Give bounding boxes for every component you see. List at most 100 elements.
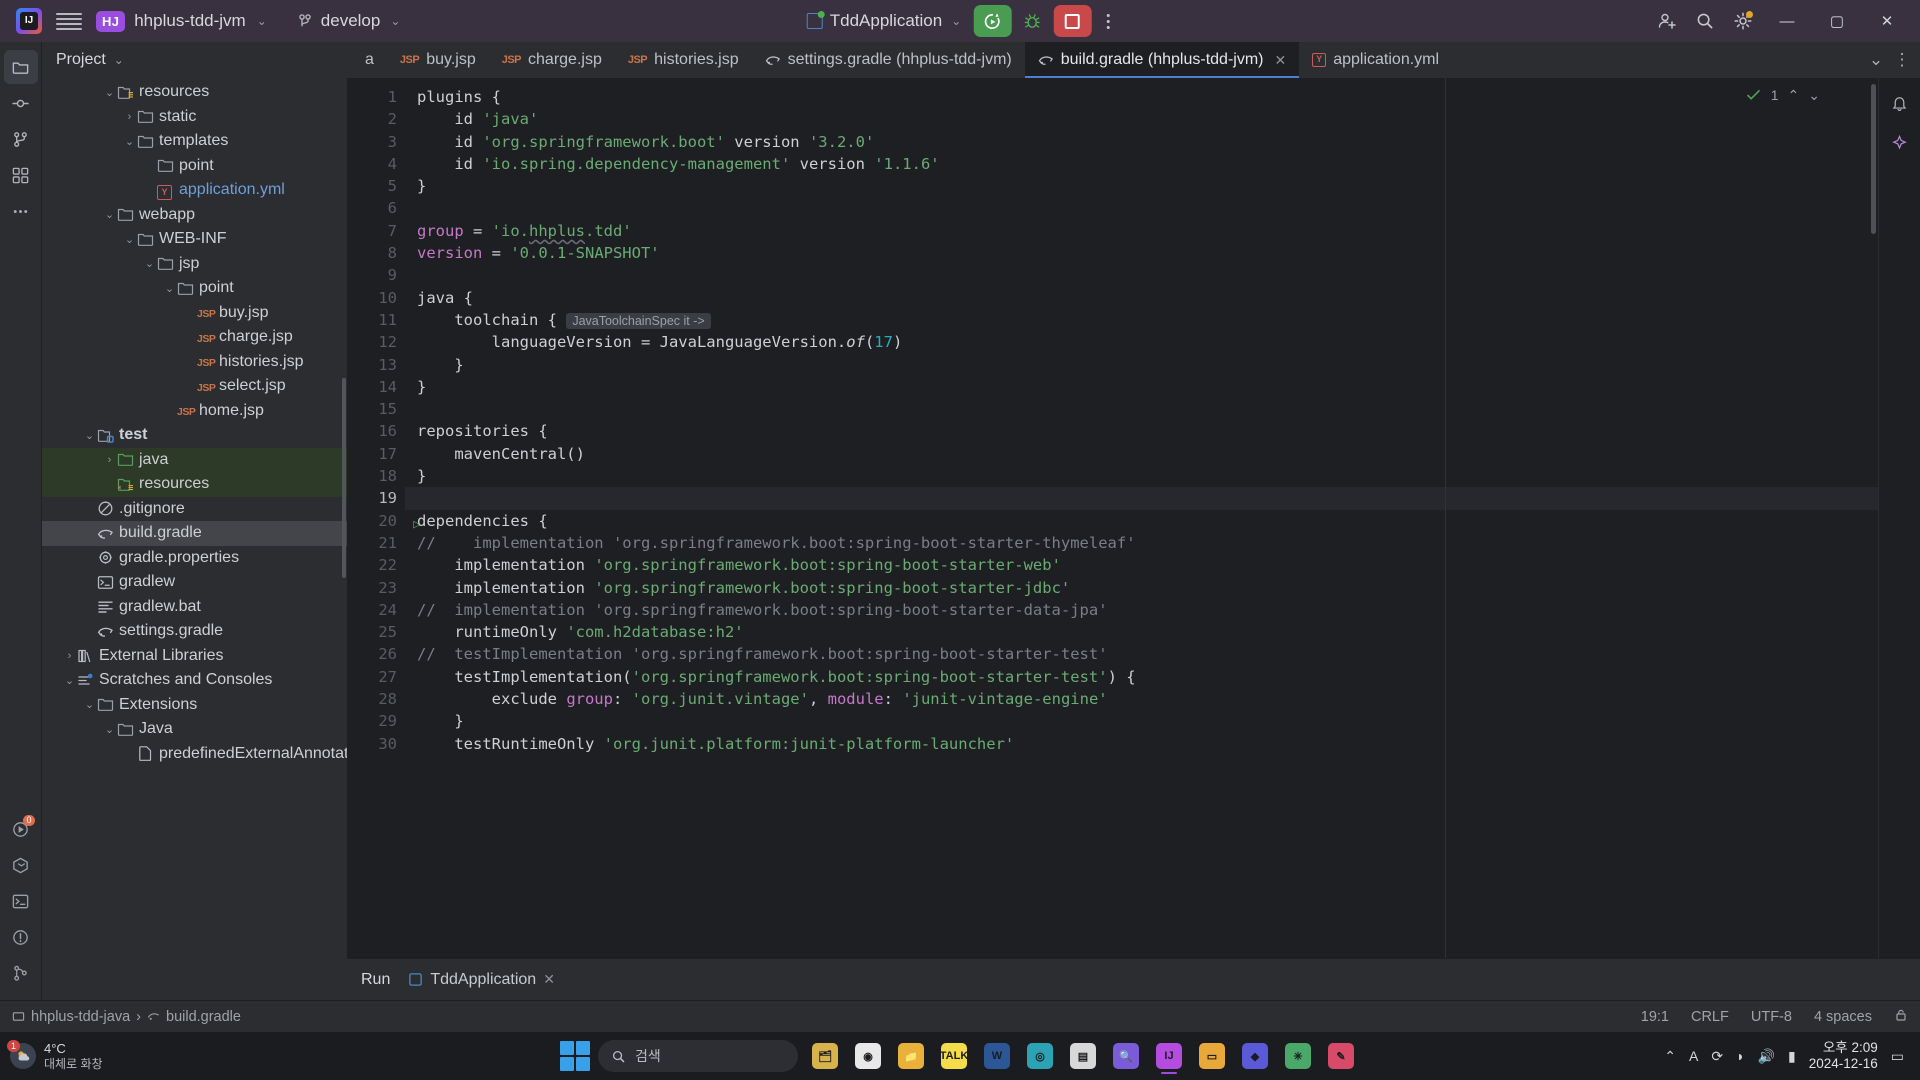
line-number[interactable]: 5 — [347, 175, 405, 197]
line-number[interactable]: 10 — [347, 287, 405, 309]
chevron-down-icon[interactable]: ⌄ — [62, 674, 77, 687]
tree-item-resources[interactable]: › resources — [42, 472, 347, 497]
tab-partial[interactable]: a — [347, 42, 387, 78]
code-line[interactable]: group = 'io.hhplus.tdd' — [405, 220, 1878, 242]
tree-item-settings-gradle[interactable]: › settings.gradle — [42, 619, 347, 644]
line-number[interactable]: 12 — [347, 331, 405, 353]
chevron-down-icon[interactable]: ⌄ — [102, 86, 117, 99]
code-line[interactable] — [405, 487, 1878, 510]
taskbar-file-explorer-icon[interactable]: 🗂 — [806, 1037, 844, 1075]
file-encoding[interactable]: UTF-8 — [1751, 1009, 1792, 1025]
code-line[interactable]: } — [405, 710, 1878, 732]
code-line[interactable]: java { — [405, 287, 1878, 309]
code-line[interactable]: mavenCentral() — [405, 443, 1878, 465]
taskbar-notes-icon[interactable]: ▤ — [1064, 1037, 1102, 1075]
code-line[interactable]: testRuntimeOnly 'org.junit.platform:juni… — [405, 733, 1878, 755]
breadcrumb-project[interactable]: hhplus-tdd-java — [31, 1009, 130, 1025]
taskbar-app-list[interactable]: 🗂 ◉ 📁 TALK W ◎ ▤ 🔍 IJ ▭ ◆ ✳ ✎ — [806, 1037, 1360, 1075]
battery-icon[interactable]: ▮ — [1788, 1048, 1796, 1065]
line-number[interactable]: 24 — [347, 599, 405, 621]
sidebar-item-terminal[interactable] — [4, 884, 38, 918]
sidebar-item-project[interactable] — [3, 50, 38, 84]
tree-item-templates[interactable]: ⌄ templates — [42, 129, 347, 154]
project-tree-scrollbar[interactable] — [342, 378, 346, 578]
code-line[interactable]: version = '0.0.1-SNAPSHOT' — [405, 242, 1878, 264]
wifi-icon[interactable]: ◗ — [1736, 1048, 1744, 1064]
line-number[interactable]: 2 — [347, 108, 405, 130]
code-line[interactable]: id 'org.springframework.boot' version '3… — [405, 131, 1878, 153]
line-number[interactable]: 8 — [347, 242, 405, 264]
taskbar-edge-icon[interactable]: ◎ — [1021, 1037, 1059, 1075]
chevron-down-icon[interactable]: ⌄ — [82, 698, 97, 711]
notification-center-icon[interactable]: ▭ — [1891, 1048, 1904, 1065]
taskbar-teams-icon[interactable]: ◆ — [1236, 1037, 1274, 1075]
sidebar-item-structure[interactable] — [4, 158, 38, 192]
stop-button[interactable] — [1053, 5, 1092, 37]
line-number[interactable]: 17 — [347, 443, 405, 465]
branch-selector[interactable]: develop ⌄ — [297, 11, 400, 31]
line-separator[interactable]: CRLF — [1691, 1009, 1729, 1025]
code-line[interactable]: } — [405, 354, 1878, 376]
tree-item-home-jsp[interactable]: ›JSPhome.jsp — [42, 399, 347, 424]
inspection-widget[interactable]: 1 ⌃ ⌄ — [1746, 84, 1820, 106]
close-icon[interactable]: ✕ — [1274, 52, 1286, 69]
code-content[interactable]: plugins { id 'java' id 'org.springframew… — [405, 78, 1878, 958]
taskbar-folder-icon[interactable]: 📁 — [892, 1037, 930, 1075]
indent-setting[interactable]: 4 spaces — [1814, 1009, 1872, 1025]
code-line[interactable]: testImplementation('org.springframework.… — [405, 666, 1878, 688]
tree-item-test[interactable]: ⌄ test — [42, 423, 347, 448]
tree-item-select-jsp[interactable]: ›JSPselect.jsp — [42, 374, 347, 399]
tree-item-gradle-properties[interactable]: › gradle.properties — [42, 546, 347, 571]
line-number[interactable]: 27 — [347, 666, 405, 688]
project-panel-chevron-icon[interactable]: ⌄ — [114, 53, 124, 67]
close-button[interactable]: ✕ — [1864, 0, 1910, 42]
tree-item-extensions[interactable]: ⌄ Extensions — [42, 693, 347, 718]
sidebar-item-more[interactable] — [4, 194, 38, 228]
tree-item-gradlew-bat[interactable]: ›gradlew.bat — [42, 595, 347, 620]
line-number[interactable]: 21 — [347, 532, 405, 554]
code-line[interactable] — [405, 197, 1878, 219]
minimize-button[interactable]: — — [1764, 0, 1810, 42]
caret-position[interactable]: 19:1 — [1641, 1009, 1669, 1025]
line-number[interactable]: 7 — [347, 220, 405, 242]
line-number[interactable]: 29 — [347, 710, 405, 732]
tab-application-yml[interactable]: Yapplication.yml — [1299, 42, 1452, 78]
line-number[interactable]: 3 — [347, 131, 405, 153]
chevron-right-icon[interactable]: › — [62, 650, 77, 662]
tree-item-web-inf[interactable]: ⌄ WEB-INF — [42, 227, 347, 252]
line-number[interactable]: 25 — [347, 621, 405, 643]
project-tree[interactable]: ⌄ resources›static⌄templates›point›Yappl… — [42, 78, 347, 1000]
chevron-down-icon[interactable]: ⌄ — [102, 723, 117, 736]
tab-buy-jsp[interactable]: JSP buy.jsp — [387, 42, 489, 78]
taskbar-intellij-icon[interactable]: IJ — [1150, 1037, 1188, 1075]
chevron-down-icon[interactable]: ⌄ — [162, 282, 177, 295]
taskbar-sticky-notes-icon[interactable]: ▭ — [1193, 1037, 1231, 1075]
tree-item-java[interactable]: ⌄ Java — [42, 717, 347, 742]
line-number[interactable]: 13 — [347, 354, 405, 376]
tree-item-webapp[interactable]: ⌄ webapp — [42, 203, 347, 228]
line-number[interactable]: 20 ▷ — [347, 510, 421, 532]
taskbar-word-icon[interactable]: W — [978, 1037, 1016, 1075]
close-icon[interactable]: ✕ — [543, 971, 555, 988]
tree-item-resources[interactable]: ⌄ resources — [42, 80, 347, 105]
tree-item-point[interactable]: ⌄ point — [42, 276, 347, 301]
chevron-right-icon[interactable]: › — [122, 111, 137, 123]
chevron-up-icon[interactable]: ⌃ — [1788, 84, 1800, 106]
code-line[interactable]: languageVersion = JavaLanguageVersion.of… — [405, 331, 1878, 353]
breadcrumb[interactable]: hhplus-tdd-java › build.gradle — [12, 1009, 241, 1025]
code-line[interactable] — [405, 264, 1878, 286]
tree-item-jsp[interactable]: ⌄ jsp — [42, 252, 347, 277]
chevron-down-icon[interactable]: ⌄ — [122, 135, 137, 148]
sidebar-item-commit[interactable] — [4, 86, 38, 120]
line-number[interactable]: 6 — [347, 197, 405, 219]
run-tab-tddapplication[interactable]: TddApplication ✕ — [408, 971, 555, 989]
code-line[interactable]: // implementation 'org.springframework.b… — [405, 599, 1878, 621]
start-button[interactable] — [560, 1041, 590, 1071]
taskbar-search-input[interactable]: 검색 — [598, 1040, 798, 1072]
ime-indicator[interactable]: A — [1689, 1048, 1698, 1064]
code-line[interactable]: } — [405, 376, 1878, 398]
run-configuration-selector[interactable]: TddApplication ⌄ — [799, 7, 970, 35]
lock-icon[interactable] — [1894, 1008, 1908, 1026]
code-line[interactable]: dependencies { — [405, 510, 1878, 532]
tab-settings-gradle[interactable]: settings.gradle (hhplus-tdd-jvm) — [752, 42, 1025, 78]
